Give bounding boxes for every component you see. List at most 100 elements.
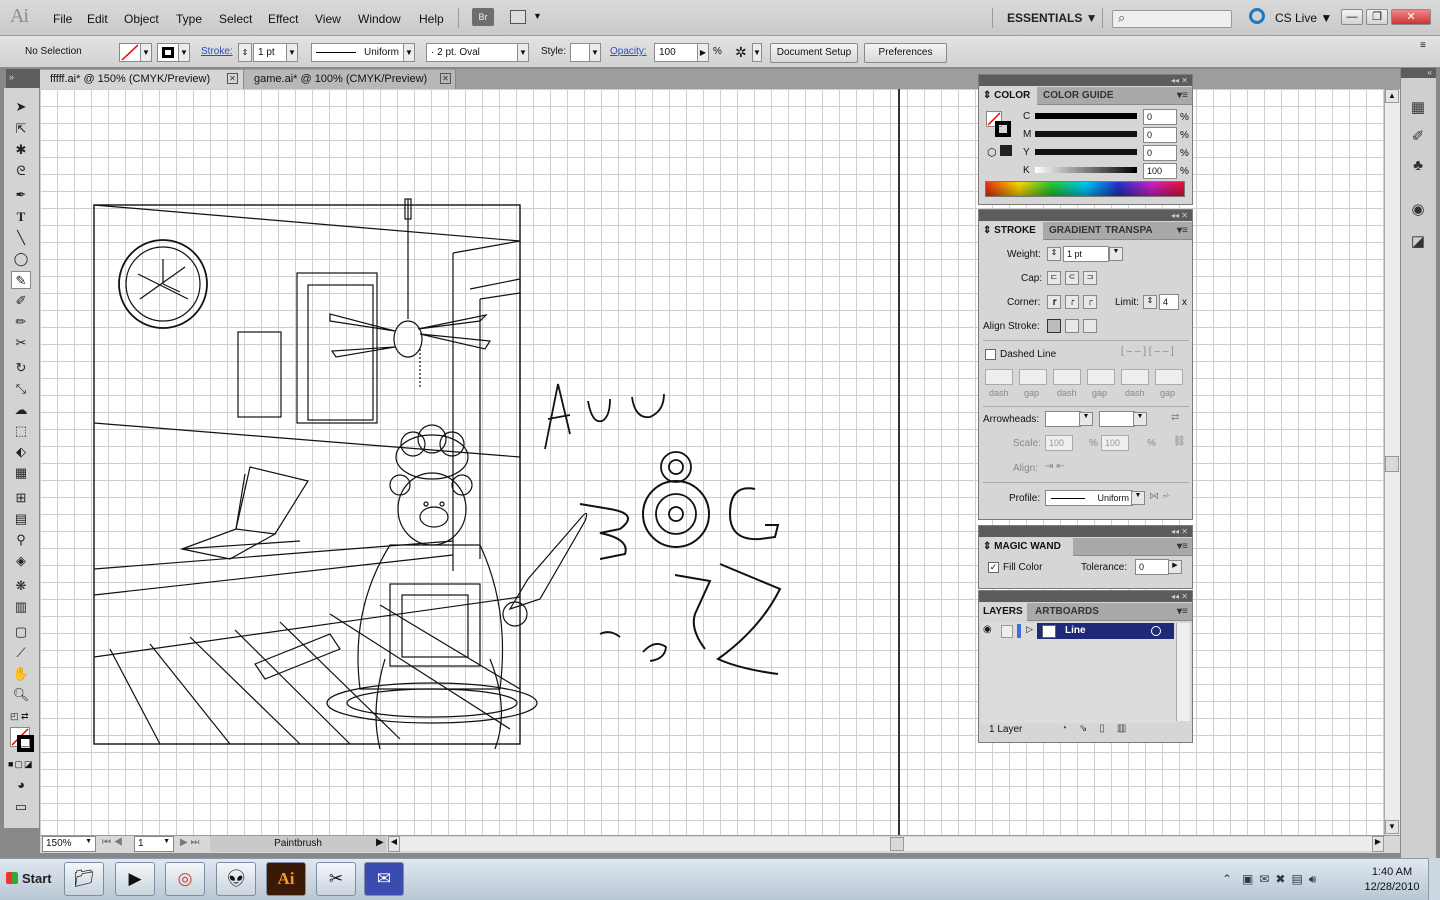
line-tool-icon[interactable]: ╲ — [11, 229, 31, 247]
channel-y-field[interactable]: 0 — [1143, 145, 1177, 161]
mesh-tool-icon[interactable]: ⊞ — [11, 489, 31, 507]
eyedropper-tool-icon[interactable]: ⚲ — [11, 531, 31, 549]
color-mode-icons[interactable]: ■▢◪ — [8, 759, 33, 770]
end-arrowhead-select[interactable] — [1099, 411, 1135, 427]
default-colors-icon[interactable]: ◰ ⇄ — [10, 711, 29, 722]
clock[interactable]: 1:40 AM 12/28/2010 — [1362, 865, 1422, 895]
rotate-tool-icon[interactable]: ↻ — [11, 359, 31, 377]
chevron-down-icon[interactable]: ▼ — [1133, 412, 1147, 426]
chevron-down-icon[interactable]: ▼ — [403, 43, 415, 62]
dash-field[interactable] — [1121, 369, 1149, 385]
projecting-cap-icon[interactable]: ⊐ — [1083, 271, 1097, 285]
tab-stroke[interactable]: ⇕ STROKE — [979, 222, 1043, 240]
align-inside-icon[interactable] — [1065, 319, 1079, 333]
panel-menu-icon[interactable]: ▾≡ — [1177, 538, 1188, 556]
stroke-swatch[interactable] — [157, 43, 179, 62]
restore-button[interactable]: ❐ — [1366, 9, 1388, 25]
recolor-artwork-icon[interactable]: ✲ — [735, 44, 747, 61]
opacity-label[interactable]: Opacity: — [610, 46, 647, 57]
limit-stepper[interactable]: ⇕ — [1143, 295, 1157, 309]
gap-field[interactable] — [1087, 369, 1115, 385]
chrome-taskbar-icon[interactable]: ◎ — [165, 862, 205, 896]
collapse-toolbox-icon[interactable]: » — [6, 69, 40, 89]
chevron-down-icon[interactable]: ▼ — [533, 11, 542, 21]
channel-c-field[interactable]: 0 — [1143, 109, 1177, 125]
layers-scrollbar[interactable] — [1176, 623, 1190, 721]
free-transform-tool-icon[interactable]: ⬚ — [11, 422, 31, 440]
gap-field[interactable] — [1019, 369, 1047, 385]
panel-header[interactable]: ◂◂ ✕ — [979, 75, 1192, 86]
type-tool-icon[interactable]: T — [11, 208, 31, 226]
paintbrush-tool-icon[interactable]: ✎ — [11, 271, 31, 289]
stroke-color-icon[interactable] — [995, 121, 1011, 137]
tolerance-field[interactable]: 0 — [1135, 559, 1169, 575]
alien-app-taskbar-icon[interactable]: 👽︎ — [216, 862, 256, 896]
graphic-styles-icon[interactable]: ◪ — [1409, 232, 1427, 250]
weight-stepper[interactable]: ⇕ — [1047, 247, 1061, 261]
fill-color-checkbox[interactable]: ✓ — [988, 562, 999, 573]
scroll-left-icon[interactable]: ◀ — [388, 836, 400, 852]
scissors-tool-icon[interactable]: ✂ — [11, 334, 31, 352]
channel-k-field[interactable]: 100 — [1143, 163, 1177, 179]
chevron-down-icon[interactable]: ▼ — [1109, 247, 1123, 261]
dash-field[interactable] — [985, 369, 1013, 385]
chevron-down-icon[interactable]: ▼ — [85, 838, 92, 845]
cs-live-icon[interactable] — [1249, 8, 1265, 24]
channel-m-field[interactable]: 0 — [1143, 127, 1177, 143]
swatches-icon[interactable]: ▦ — [1409, 98, 1427, 116]
align-outside-icon[interactable] — [1083, 319, 1097, 333]
menu-effect[interactable]: Effect — [268, 12, 298, 26]
start-scale-field[interactable]: 100 — [1045, 435, 1073, 451]
tab-layers[interactable]: LAYERS — [979, 603, 1027, 621]
channel-y-slider[interactable] — [1035, 149, 1137, 155]
blend-tool-icon[interactable]: ◈ — [11, 552, 31, 570]
hand-tool-icon[interactable]: ✋ — [11, 665, 31, 683]
opacity-field[interactable]: 100 — [654, 43, 698, 62]
magic-wand-tool-icon[interactable]: ✱ — [11, 141, 31, 159]
align-center-icon[interactable] — [1047, 319, 1061, 333]
media-player-taskbar-icon[interactable]: ▶ — [115, 862, 155, 896]
shape-builder-tool-icon[interactable]: ⬖ — [11, 443, 31, 461]
tray-icons[interactable]: ▣✉✖▤🔊︎ — [1242, 872, 1322, 887]
current-tool-status[interactable]: Paintbrush — [210, 836, 386, 852]
artboard-number-field[interactable]: 1 ▼ — [134, 836, 174, 852]
graphic-style-swatch[interactable] — [570, 43, 590, 62]
tab-magic-wand[interactable]: ⇕ MAGIC WAND — [979, 538, 1073, 556]
zoom-tool-icon[interactable]: 🔍︎ — [11, 686, 31, 704]
chevron-down-icon[interactable]: ▼ — [163, 838, 170, 845]
miter-join-icon[interactable]: ┏ — [1047, 295, 1061, 309]
zoom-level-field[interactable]: 150% ▼ — [42, 836, 96, 852]
status-menu-icon[interactable]: ▶ — [376, 837, 384, 848]
butt-cap-icon[interactable]: ⊏ — [1047, 271, 1061, 285]
dashed-line-checkbox[interactable] — [985, 349, 996, 360]
swap-arrowheads-icon[interactable]: ⇄ — [1171, 412, 1179, 423]
round-join-icon[interactable]: ╭ — [1065, 295, 1079, 309]
disclosure-triangle-icon[interactable]: ▷ — [1026, 624, 1033, 635]
tab-color-guide[interactable]: COLOR GUIDE — [1043, 87, 1114, 105]
panel-menu-icon[interactable]: ≡ — [1420, 40, 1426, 51]
out-of-gamut-icon[interactable]: ⬡ — [987, 145, 1012, 159]
tools-taskbar-icon[interactable]: ✂ — [316, 862, 356, 896]
panel-menu-icon[interactable]: ▾≡ — [1177, 222, 1188, 240]
artboard-tool-icon[interactable]: ▢ — [11, 623, 31, 641]
weight-field[interactable]: 1 pt — [1063, 246, 1109, 262]
pidgin-taskbar-icon[interactable]: ✉ — [364, 862, 404, 896]
chevron-right-icon[interactable]: ▶ — [1168, 560, 1182, 574]
stroke-color-icon[interactable] — [17, 735, 34, 752]
show-desktop-button[interactable] — [1428, 858, 1440, 900]
end-scale-field[interactable]: 100 — [1101, 435, 1129, 451]
scale-tool-icon[interactable]: ⤡ — [11, 380, 31, 398]
pencil-tool-icon[interactable]: ✏ — [11, 313, 31, 331]
tab-document-fffff[interactable]: fffff.ai* @ 150% (CMYK/Preview) — [40, 70, 244, 89]
close-tab-icon[interactable]: ✕ — [227, 73, 238, 84]
close-button[interactable]: ✕ — [1391, 9, 1431, 25]
ellipse-tool-icon[interactable]: ◯ — [11, 250, 31, 268]
channel-k-slider[interactable] — [1035, 167, 1137, 173]
menu-select[interactable]: Select — [219, 12, 252, 26]
stroke-weight-stepper[interactable]: ⇕ — [238, 43, 252, 62]
tab-document-game[interactable]: game.ai* @ 100% (CMYK/Preview) — [244, 70, 456, 89]
round-cap-icon[interactable]: ⊂ — [1065, 271, 1079, 285]
chevron-down-icon[interactable]: ▼ — [589, 43, 601, 62]
chevron-down-icon[interactable]: ▼ — [517, 43, 529, 62]
preferences-button[interactable]: Preferences — [864, 43, 947, 63]
